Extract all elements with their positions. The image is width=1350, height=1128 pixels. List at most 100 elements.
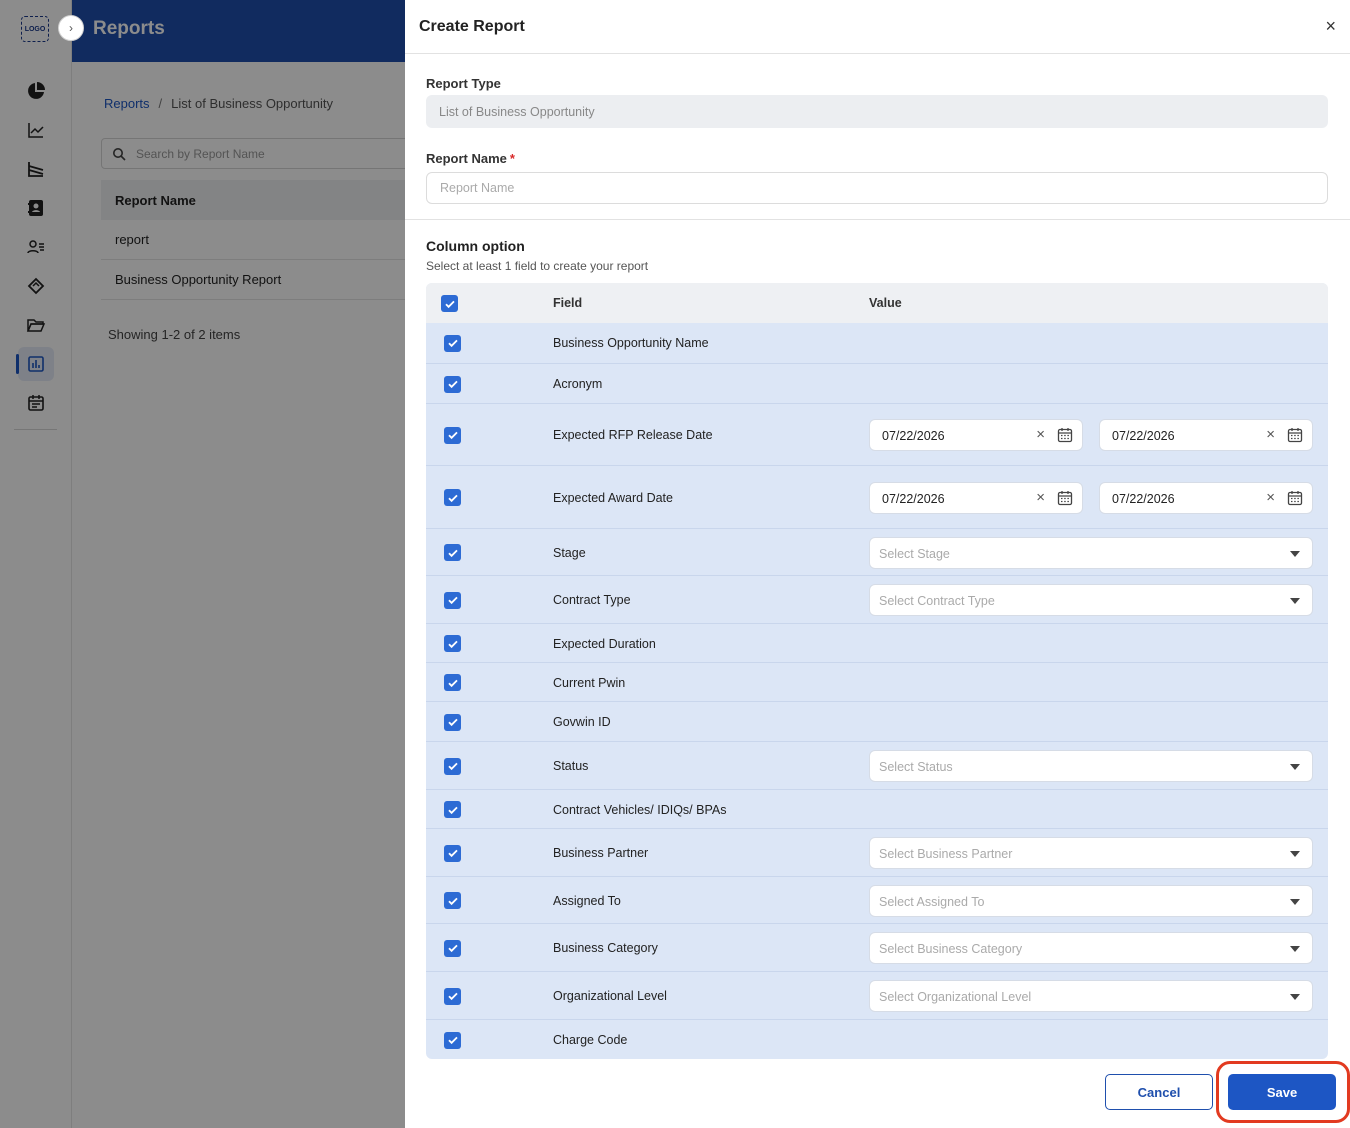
select-placeholder: Select Assigned To [879,894,985,909]
caret-down-icon [1290,851,1300,857]
field-checkbox[interactable] [444,674,461,691]
field-checkbox[interactable] [444,334,461,352]
field-label: Assigned To [553,893,621,908]
select-business-partner[interactable]: Select Business Partner [869,837,1313,869]
drawer-title: Create Report [419,18,525,35]
field-row-expected-duration: Expected Duration [426,623,1328,662]
field-row-status: Status Select Status [426,741,1328,789]
field-row-govwin-id: Govwin ID [426,701,1328,741]
check-icon [447,944,458,953]
field-checkbox[interactable] [444,713,461,731]
cancel-button[interactable]: Cancel [1105,1074,1213,1110]
field-row-current-pwin: Current Pwin [426,662,1328,701]
check-icon [447,596,458,605]
check-icon [447,549,458,557]
calendar-icon[interactable] [1057,490,1073,506]
field-checkbox[interactable] [444,1031,461,1049]
date-value: 07/22/2026 [882,491,945,506]
select-organizational-level[interactable]: Select Organizational Level [869,980,1313,1012]
caret-down-icon [1290,994,1300,1000]
select-placeholder: Select Status [879,760,953,774]
field-row-acronym: Acronym [426,363,1328,403]
field-row-contract-vehicles-idiqs-bpas: Contract Vehicles/ IDIQs/ BPAs [426,789,1328,828]
select-business-category[interactable]: Select Business Category [869,932,1313,964]
field-checkbox[interactable] [444,375,461,393]
select-placeholder: Select Organizational Level [879,990,1032,1004]
field-checkbox[interactable] [444,844,461,862]
check-icon [447,494,458,502]
calendar-icon[interactable] [1287,427,1303,443]
check-icon [447,339,458,348]
check-icon [447,762,458,771]
column-option-title: Column option [426,238,525,254]
date-from-input[interactable]: 07/22/2026 × [869,481,1083,514]
close-icon[interactable]: × [1325,17,1336,35]
check-icon [447,806,458,814]
field-row-charge-code: Charge Code [426,1019,1328,1059]
clear-icon[interactable]: × [1266,427,1275,442]
field-label: Acronym [553,377,603,391]
field-checkbox[interactable] [444,987,461,1005]
field-label: Business Partner [553,846,649,860]
check-icon [447,679,458,687]
field-checkbox[interactable] [444,801,461,818]
field-checkbox[interactable] [444,635,461,652]
report-type-field: List of Business Opportunity [426,95,1328,128]
expand-sidebar-button[interactable]: › [58,15,84,41]
field-checkbox[interactable] [444,892,461,909]
save-highlight-ring [1216,1061,1350,1123]
caret-down-icon [1290,946,1300,952]
field-checkbox[interactable] [444,939,461,957]
check-icon [447,431,458,440]
date-to-input[interactable]: 07/22/2026 × [1099,481,1313,514]
select-stage[interactable]: Select Stage [869,536,1313,569]
field-checkbox[interactable] [444,757,461,775]
date-to-input[interactable]: 07/22/2026 × [1099,419,1313,451]
field-checkbox[interactable] [444,591,461,609]
caret-down-icon [1290,550,1300,557]
chevron-right-icon: › [69,21,73,35]
field-row-stage: Stage Select Stage [426,528,1328,575]
field-label: Expected RFP Release Date [553,428,713,442]
select-contract-type[interactable]: Select Contract Type [869,584,1313,616]
field-row-business-partner: Business Partner Select Business Partner [426,828,1328,876]
select-placeholder: Select Contract Type [879,594,995,608]
check-icon [447,380,458,389]
select-assigned-to[interactable]: Select Assigned To [869,884,1313,917]
field-checkbox[interactable] [444,426,461,444]
date-value: 07/22/2026 [1112,429,1175,443]
check-icon [447,1036,458,1045]
select-placeholder: Select Stage [879,546,950,561]
clear-icon[interactable]: × [1266,490,1275,505]
column-table-header: Field Value [426,283,1328,323]
check-icon [444,300,455,308]
field-label: Business Category [553,941,658,955]
date-value: 07/22/2026 [1112,491,1175,506]
field-checkbox[interactable] [444,489,461,506]
field-label: Status [553,759,589,773]
required-mark: * [509,151,515,166]
select-all-checkbox[interactable] [441,295,458,312]
field-checkbox[interactable] [444,544,461,561]
check-icon [447,640,458,648]
select-status[interactable]: Select Status [869,750,1313,782]
check-icon [447,718,458,727]
report-name-input[interactable] [426,172,1328,204]
field-row-expected-rfp-release-date: Expected RFP Release Date 07/22/2026 × 07/2… [426,403,1328,465]
column-option-subtitle: Select at least 1 field to create your r… [426,259,649,273]
field-label: Govwin ID [553,715,611,729]
field-label: Charge Code [553,1033,628,1047]
calendar-icon[interactable] [1287,490,1303,506]
report-name-label: Report Name * [426,151,515,166]
date-value: 07/22/2026 [882,429,945,443]
clear-icon[interactable]: × [1036,427,1045,442]
field-row-expected-award-date: Expected Award Date 07/22/2026 × 07/22/2026… [426,465,1328,528]
calendar-icon[interactable] [1057,427,1073,443]
date-from-input[interactable]: 07/22/2026 × [869,419,1083,451]
clear-icon[interactable]: × [1036,490,1045,505]
select-placeholder: Select Business Partner [879,847,1013,861]
check-icon [447,897,458,905]
check-icon [447,849,458,858]
field-row-contract-type: Contract Type Select Contract Type [426,575,1328,623]
caret-down-icon [1290,764,1300,770]
